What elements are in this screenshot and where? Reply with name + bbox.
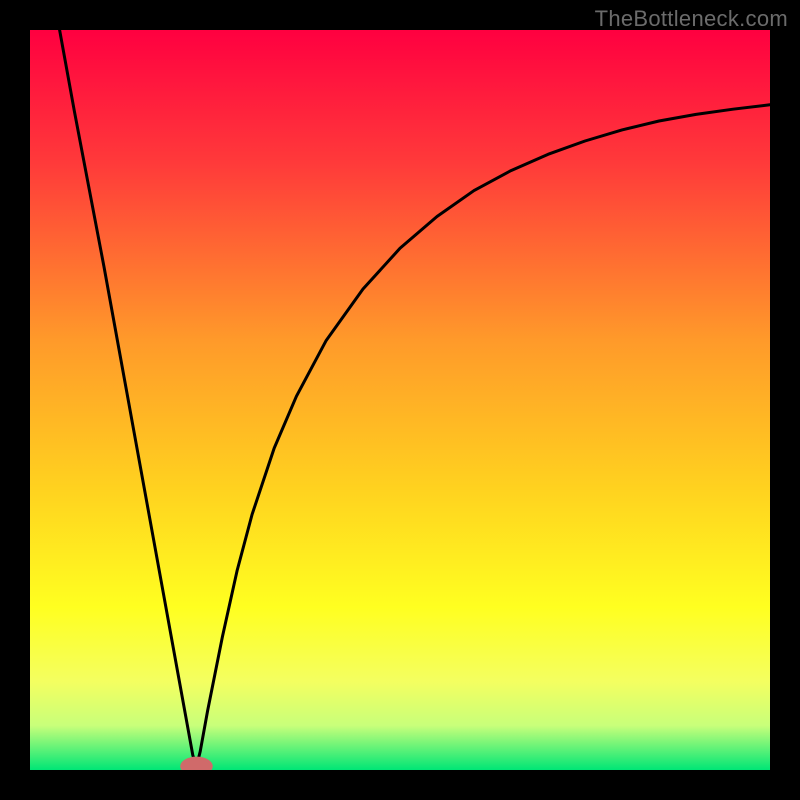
bottleneck-chart: [30, 30, 770, 770]
chart-frame: [30, 30, 770, 770]
gradient-bg: [30, 30, 770, 770]
watermark-text: TheBottleneck.com: [595, 6, 788, 32]
